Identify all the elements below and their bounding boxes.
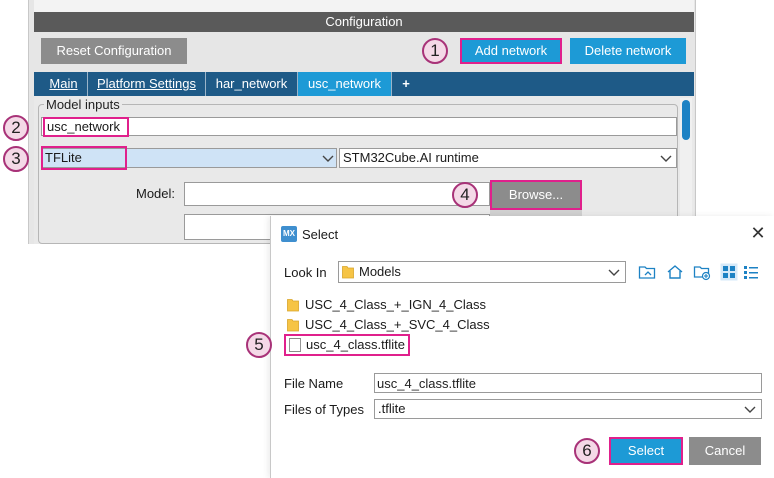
scrollbar-thumb[interactable] [682, 100, 690, 140]
callout-badge: 6 [574, 438, 600, 464]
look-in-label: Look In [284, 265, 327, 280]
files-of-type-label: Files of Types [284, 402, 364, 417]
details-view-icon[interactable] [742, 263, 760, 281]
add-network-button[interactable]: Add network [460, 38, 562, 64]
up-folder-icon[interactable] [638, 263, 656, 281]
app-logo-icon: MX [281, 226, 297, 242]
close-icon[interactable]: ✕ [748, 222, 768, 244]
tab-platform-settings[interactable]: Platform Settings [88, 72, 206, 96]
callout-badge: 5 [246, 332, 272, 358]
tab-main[interactable]: Main [40, 72, 88, 96]
browse-button[interactable]: Browse... [490, 180, 582, 210]
callout-badge: 1 [422, 38, 448, 64]
network-name-input[interactable] [41, 117, 677, 136]
reset-configuration-button[interactable]: Reset Configuration [41, 38, 187, 64]
file-name: usc_4_class.tflite [306, 337, 405, 352]
home-icon[interactable] [666, 263, 684, 281]
model-path-input[interactable] [184, 182, 490, 206]
list-item[interactable]: USC_4_Class_+_SVC_4_Class [287, 316, 507, 334]
select-button[interactable]: Select [609, 437, 683, 465]
file-name: USC_4_Class_+_IGN_4_Class [305, 297, 487, 312]
folder-icon [342, 266, 354, 279]
dialog-title: Select [302, 227, 339, 242]
tab-usc-network[interactable]: usc_network [298, 72, 392, 96]
list-item[interactable]: usc_4_class.tflite [284, 334, 410, 356]
file-icon [289, 338, 301, 352]
configuration-title: Configuration [34, 12, 694, 32]
list-view-icon[interactable] [720, 263, 738, 281]
file-name-input[interactable] [374, 373, 762, 393]
tab-har-network[interactable]: har_network [206, 72, 298, 96]
chevron-down-icon[interactable] [320, 149, 336, 167]
look-in-value: Models [359, 264, 401, 279]
network-name-value: usc_network [43, 117, 129, 137]
chevron-down-icon[interactable] [606, 263, 622, 281]
model-label: Model: [136, 186, 176, 201]
chevron-down-icon[interactable] [658, 149, 674, 167]
folder-icon [287, 299, 299, 312]
file-name-label: File Name [284, 376, 344, 391]
add-tab-button[interactable]: + [392, 72, 420, 96]
panel-top-strip [34, 0, 694, 12]
model-inputs-legend: Model inputs [44, 97, 122, 112]
callout-badge: 4 [452, 182, 478, 208]
runtime-select[interactable]: STM32Cube.AI runtime [339, 148, 677, 168]
files-of-type-select[interactable]: .tflite [374, 399, 762, 419]
cancel-button[interactable]: Cancel [689, 437, 761, 465]
delete-network-button[interactable]: Delete network [570, 38, 686, 64]
list-item[interactable]: USC_4_Class_+_IGN_4_Class [287, 296, 507, 314]
file-name: USC_4_Class_+_SVC_4_Class [305, 317, 490, 332]
callout-badge: 3 [3, 146, 29, 172]
folder-icon [287, 319, 299, 332]
chevron-down-icon[interactable] [742, 400, 758, 418]
callout-badge: 2 [3, 115, 29, 141]
framework-value: TFLite [41, 146, 127, 170]
new-folder-icon[interactable] [693, 263, 711, 281]
